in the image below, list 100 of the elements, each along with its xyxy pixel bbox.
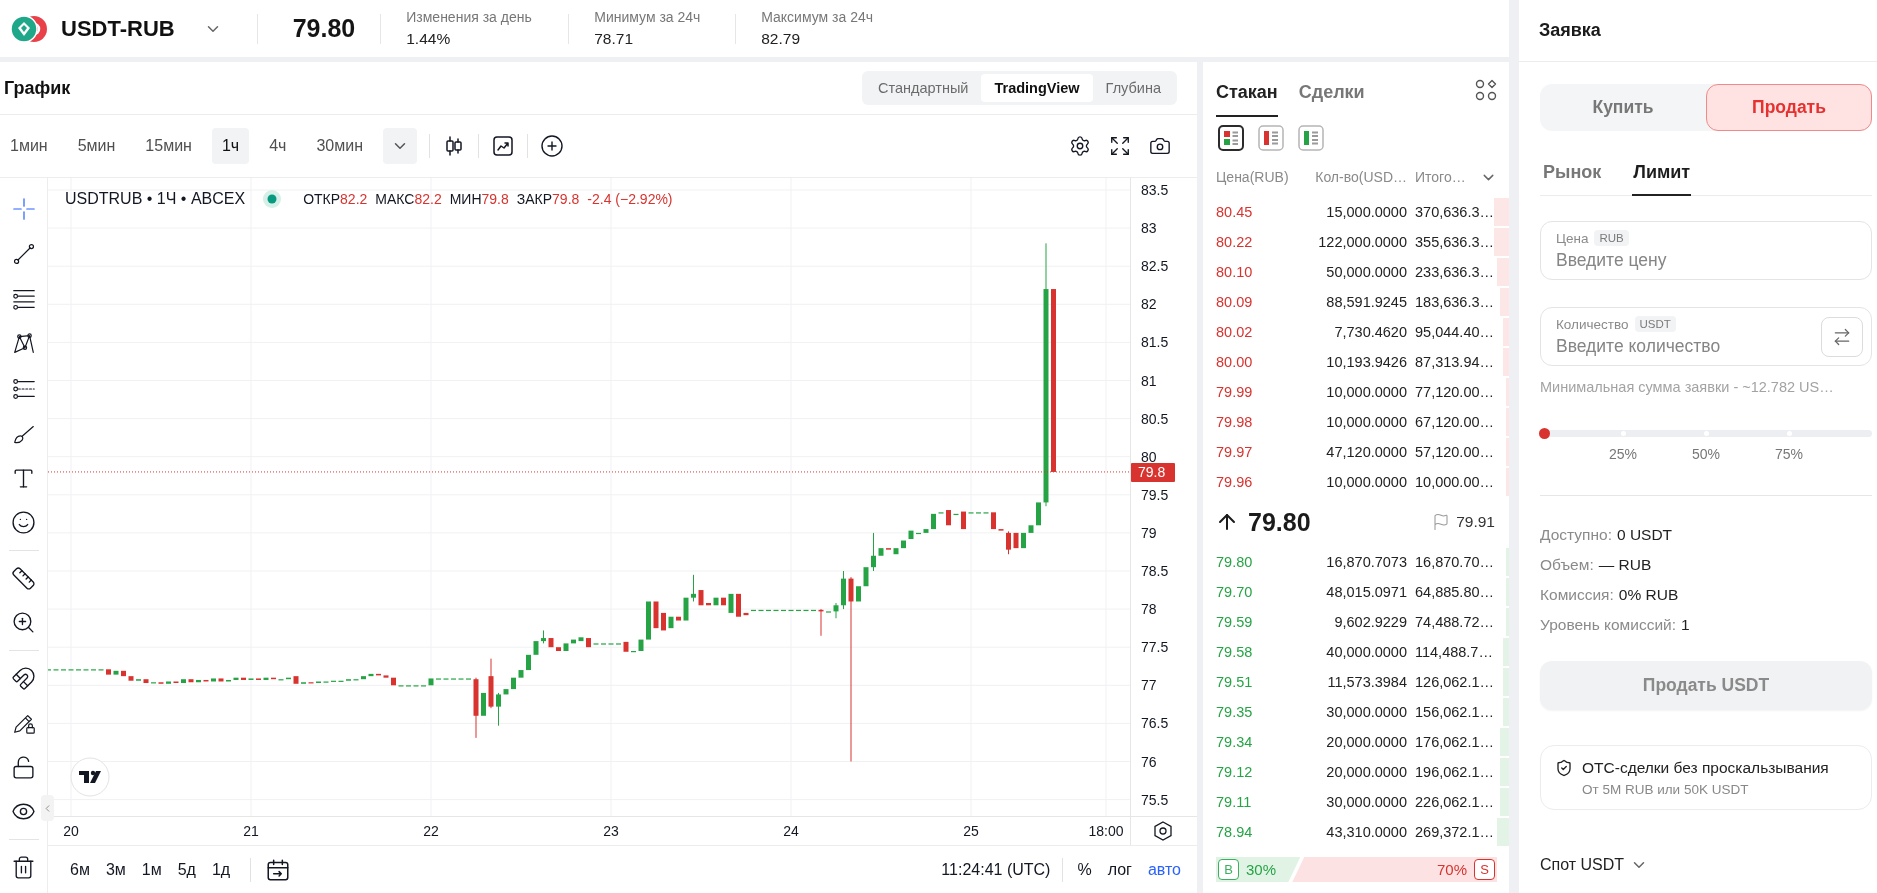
order-amount: 40,000.0000 <box>1326 644 1407 660</box>
swap-button[interactable] <box>1821 316 1863 357</box>
candle <box>196 679 201 683</box>
account-selector[interactable]: Спот USDT <box>1540 856 1649 874</box>
chart-view-tab[interactable]: Глубина <box>1092 74 1174 102</box>
book-tab[interactable]: Сделки <box>1298 82 1365 117</box>
magnet-icon[interactable] <box>11 666 36 691</box>
order-book-layout-icon[interactable] <box>1218 125 1244 151</box>
order-row[interactable]: 79.97 47,120.0000 57,120.00… <box>1203 437 1509 467</box>
order-total: 355,636.3… <box>1415 234 1494 250</box>
order-row[interactable]: 80.22 122,000.0000 355,636.3… <box>1203 227 1509 257</box>
order-total: 156,062.1… <box>1415 704 1494 720</box>
order-total: 226,062.1… <box>1415 794 1494 810</box>
range-button[interactable]: 3м <box>99 860 132 879</box>
range-button[interactable]: 1д <box>205 860 237 879</box>
candle <box>548 638 554 648</box>
mark-price: 79.91 <box>1456 513 1495 531</box>
order-total: 57,120.00… <box>1415 444 1494 460</box>
chart-logo-icon[interactable] <box>70 757 110 797</box>
collapse-handle[interactable] <box>41 795 54 821</box>
text-input[interactable]: Введите количество <box>1556 336 1821 357</box>
indicators-icon[interactable] <box>490 134 515 158</box>
order-row[interactable]: 79.11 30,000.0000 226,062.1… <box>1203 787 1509 817</box>
interval-tab[interactable]: 30мин <box>306 128 373 164</box>
candle <box>721 597 726 606</box>
price-change: -2.4 (−2.92%) <box>587 191 673 207</box>
range-button[interactable]: 6м <box>64 860 96 879</box>
order-row[interactable]: 80.10 50,000.0000 233,636.3… <box>1203 257 1509 287</box>
smiley-icon[interactable] <box>11 510 36 535</box>
info-value: 1 <box>1681 615 1690 635</box>
interval-tab[interactable]: 4ч <box>259 128 297 164</box>
ruler-icon[interactable] <box>11 566 36 591</box>
candle <box>766 609 771 612</box>
fullscreen-icon[interactable] <box>1109 135 1131 157</box>
candle <box>706 603 711 606</box>
text-tool-icon[interactable] <box>11 466 36 491</box>
interval-tab[interactable]: 5мин <box>67 128 126 164</box>
trash-icon[interactable] <box>11 855 36 880</box>
bid-price: 79.58 <box>1216 644 1253 660</box>
slider-thumb[interactable] <box>1539 428 1550 439</box>
settings-icon[interactable] <box>1069 135 1091 157</box>
add-icon[interactable] <box>539 134 564 158</box>
slider-track[interactable] <box>1540 430 1872 437</box>
range-button[interactable]: 5д <box>171 860 202 879</box>
sell-share: 70% <box>1436 861 1467 878</box>
order-row[interactable]: 79.96 10,000.0000 10,000.00… <box>1203 467 1509 497</box>
camera-icon[interactable] <box>1149 135 1171 157</box>
order-type-tab[interactable]: Лимит <box>1632 162 1692 196</box>
dotted-lines-icon[interactable] <box>10 376 37 402</box>
order-row[interactable]: 79.98 10,000.0000 67,120.00… <box>1203 407 1509 437</box>
order-amount: 47,120.0000 <box>1326 444 1407 460</box>
candle <box>908 530 914 539</box>
side-tab[interactable]: Продать <box>1706 84 1872 131</box>
zoom-in-icon[interactable] <box>11 610 36 635</box>
ohlc-reading: ОТКР82.2 <box>303 191 368 207</box>
order-row[interactable]: 80.00 10,193.9426 87,313.94… <box>1203 347 1509 377</box>
info-value: 0 USDT <box>1616 525 1673 545</box>
order-row[interactable]: 80.09 88,591.9245 183,636.3… <box>1203 287 1509 317</box>
book-tab[interactable]: Стакан <box>1216 82 1278 117</box>
ask-price: 79.99 <box>1216 384 1253 400</box>
interval-tab[interactable]: 1ч <box>211 128 250 164</box>
text-input[interactable]: Введите цену <box>1556 250 1863 271</box>
order-row[interactable]: 80.02 7,730.4620 95,044.40… <box>1203 317 1509 347</box>
range-button[interactable]: 1м <box>135 860 168 879</box>
price-axis-label: 76.5 <box>1141 715 1169 732</box>
order-row[interactable]: 79.58 40,000.0000 114,488.7… <box>1203 637 1509 667</box>
side-tab[interactable]: Купить <box>1540 84 1706 131</box>
order-row[interactable]: 79.34 20,000.0000 176,062.1… <box>1203 727 1509 757</box>
input-field[interactable]: Цена RUB Введите цену <box>1540 221 1872 280</box>
order-type-tab[interactable]: Рынок <box>1542 162 1603 196</box>
scale-option[interactable]: % <box>1071 860 1098 879</box>
order-row[interactable]: 79.80 16,870.7073 16,870.70… <box>1203 547 1509 577</box>
shapes-icon[interactable] <box>1474 77 1498 102</box>
input-field[interactable]: Количество USDT Введите количество <box>1540 307 1872 366</box>
order-row[interactable]: 79.51 11,573.3984 126,062.1… <box>1203 667 1509 697</box>
slider-mark-label: 25% <box>1609 446 1637 462</box>
order-total: 95,044.40… <box>1415 324 1494 340</box>
order-row[interactable]: 79.59 9,602.9229 74,488.72… <box>1203 607 1509 637</box>
order-row[interactable]: 79.70 48,015.0971 64,885.80… <box>1203 577 1509 607</box>
order-row[interactable]: 79.99 10,000.0000 77,120.00… <box>1203 377 1509 407</box>
candle <box>953 513 959 516</box>
order-amount: 16,870.7073 <box>1326 554 1407 570</box>
order-row[interactable]: 80.45 15,000.0000 370,636.3… <box>1203 197 1509 227</box>
scale-option[interactable]: авто <box>1141 860 1187 879</box>
scale-option[interactable]: лог <box>1101 860 1138 879</box>
order-row[interactable]: 79.12 20,000.0000 196,062.1… <box>1203 757 1509 787</box>
interval-tab[interactable]: 15мин <box>135 128 202 164</box>
interval-tab[interactable]: 1мин <box>0 128 58 164</box>
asks-layout-icon[interactable] <box>1258 125 1284 151</box>
order-total: 64,885.80… <box>1415 584 1494 600</box>
chart-view-tab[interactable]: TradingView <box>981 74 1093 102</box>
column-header: Итого… <box>1415 168 1466 187</box>
padlock-icon[interactable] <box>11 755 36 780</box>
price-axis-label: 82.5 <box>1141 258 1169 275</box>
chart-view-tab[interactable]: Стандартный <box>865 74 982 102</box>
order-row[interactable]: 79.35 30,000.0000 156,062.1… <box>1203 697 1509 727</box>
order-row[interactable]: 78.94 43,310.0000 269,372.1… <box>1203 817 1509 847</box>
settings-icon[interactable] <box>1154 821 1172 841</box>
ohlc-reading: МИН79.8 <box>449 191 509 207</box>
bids-layout-icon[interactable] <box>1298 125 1324 151</box>
